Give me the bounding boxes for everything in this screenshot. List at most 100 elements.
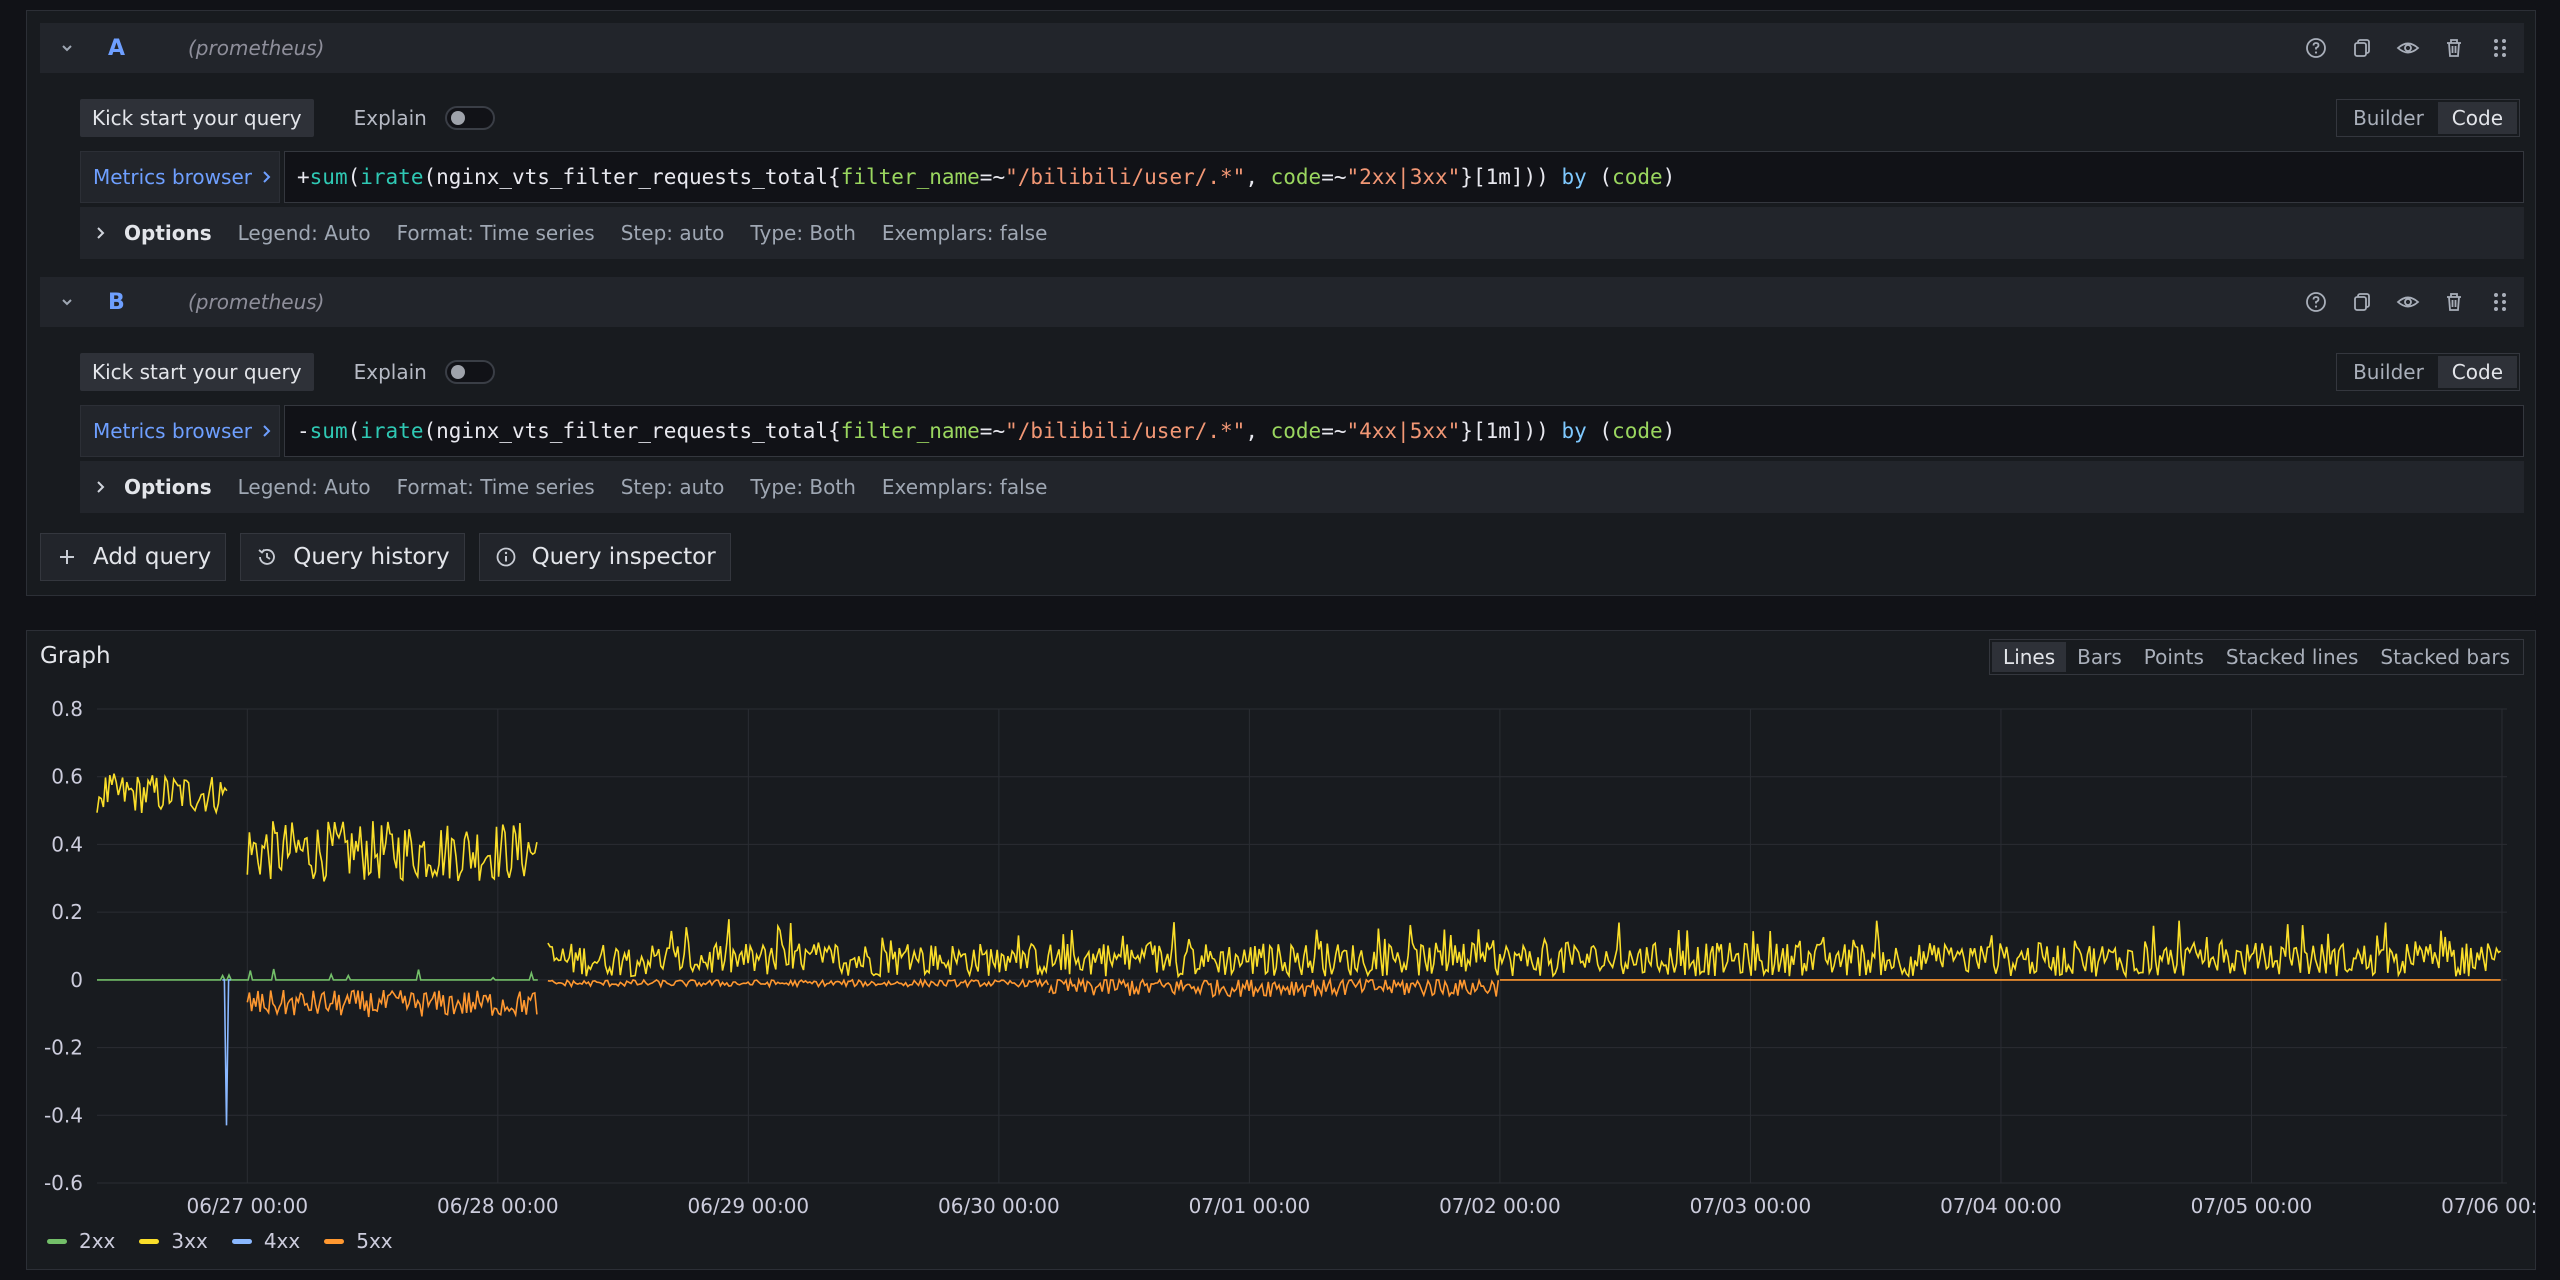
editor-mode-switch: Builder Code: [2336, 353, 2520, 391]
code-mode-button[interactable]: Code: [2437, 102, 2517, 134]
query-options[interactable]: Options Legend: Auto Format: Time series…: [80, 461, 2524, 513]
query-inspector-label: Query inspector: [531, 544, 716, 570]
legend-item-3xx[interactable]: 3xx: [139, 1229, 208, 1253]
options-label: Options: [124, 475, 212, 499]
y-tick-label: -0.4: [44, 1103, 83, 1127]
x-tick-label: 07/01 00:00: [1189, 1194, 1311, 1218]
series-line-5xx: [246, 976, 2501, 1018]
explain-label: Explain: [353, 106, 427, 130]
option-exemplars: Exemplars: false: [881, 475, 1048, 499]
query-row-a: A (prometheus) Kick start your query Exp…: [40, 23, 2524, 259]
chevron-right-icon: [262, 419, 272, 443]
query-history-button[interactable]: Query history: [240, 533, 465, 581]
series-line-2xx: [97, 968, 538, 981]
duplicate-icon[interactable]: [2350, 36, 2374, 60]
x-tick-label: 06/28 00:00: [437, 1194, 559, 1218]
kick-start-button[interactable]: Kick start your query: [80, 353, 314, 391]
add-query-label: Add query: [93, 544, 212, 570]
chevron-right-icon: [262, 165, 272, 189]
graph-mode-stacked-bars-button[interactable]: Stacked bars: [2369, 642, 2521, 672]
legend-item-4xx[interactable]: 4xx: [231, 1229, 301, 1253]
explain-toggle[interactable]: [444, 106, 495, 130]
y-tick-label: 0: [70, 968, 83, 992]
query-actions: Add query Query history Query inspector: [40, 533, 731, 581]
chevron-down-icon[interactable]: [56, 291, 78, 313]
graph-mode-points-button[interactable]: Points: [2133, 642, 2215, 672]
explain-toggle[interactable]: [444, 360, 495, 384]
history-icon: [255, 545, 279, 569]
chevron-down-icon[interactable]: [56, 37, 78, 59]
y-tick-label: 0.4: [51, 832, 83, 856]
builder-mode-button[interactable]: Builder: [2339, 102, 2438, 134]
chart-legend: 2xx 3xx 4xx 5xx: [47, 1229, 393, 1253]
options-label: Options: [124, 221, 212, 245]
y-tick-label: 0.8: [51, 697, 83, 721]
trash-icon[interactable]: [2442, 290, 2466, 314]
graph-title: Graph: [40, 643, 111, 669]
metrics-browser-label: Metrics browser: [93, 165, 252, 189]
query-code-input[interactable]: + sum(irate(nginx_vts_filter_requests_tot…: [284, 151, 2524, 203]
x-tick-label: 07/02 00:00: [1439, 1194, 1561, 1218]
x-tick-label: 06/29 00:00: [688, 1194, 810, 1218]
drag-handle-icon[interactable]: [2488, 290, 2512, 314]
option-format: Format: Time series: [396, 221, 595, 245]
info-icon: [494, 545, 518, 569]
chevron-right-icon: [96, 475, 116, 499]
metrics-browser-button[interactable]: Metrics browser: [80, 151, 280, 203]
graph-mode-lines-button[interactable]: Lines: [1992, 642, 2067, 672]
code-mode-button[interactable]: Code: [2437, 356, 2517, 388]
metrics-browser-button[interactable]: Metrics browser: [80, 405, 280, 457]
y-tick-label: -0.2: [44, 1036, 83, 1060]
legend-label: 4xx: [263, 1229, 301, 1253]
add-query-button[interactable]: Add query: [40, 533, 227, 581]
series-line-3xx: [96, 773, 2502, 979]
query-header[interactable]: A (prometheus): [40, 23, 2524, 73]
graph-mode-switch: Lines Bars Points Stacked lines Stacked bars: [1989, 639, 2524, 675]
x-tick-label: 07/04 00:00: [1940, 1194, 2062, 1218]
query-name[interactable]: B: [108, 290, 148, 315]
query-inspector-button[interactable]: Query inspector: [478, 533, 731, 581]
query-name[interactable]: A: [108, 36, 148, 61]
legend-swatch: [324, 1238, 345, 1244]
x-tick-label: 07/06 00:00: [2441, 1194, 2535, 1218]
y-tick-label: -0.6: [44, 1171, 83, 1195]
y-tick-label: 0.2: [51, 900, 83, 924]
explain-label: Explain: [353, 360, 427, 384]
y-tick-label: 0.6: [51, 765, 83, 789]
duplicate-icon[interactable]: [2350, 290, 2374, 314]
legend-swatch: [231, 1238, 252, 1244]
x-tick-label: 07/03 00:00: [1690, 1194, 1812, 1218]
query-editor-panel: A (prometheus) Kick start your query Exp…: [26, 10, 2536, 596]
legend-label: 3xx: [171, 1229, 208, 1253]
eye-icon[interactable]: [2396, 290, 2420, 314]
legend-item-2xx[interactable]: 2xx: [47, 1229, 115, 1253]
query-editor: Metrics browser - sum(irate(nginx_vts_fil…: [80, 405, 2524, 457]
kick-start-button[interactable]: Kick start your query: [80, 99, 314, 137]
help-icon[interactable]: [2304, 290, 2328, 314]
option-exemplars: Exemplars: false: [881, 221, 1048, 245]
legend-item-5xx[interactable]: 5xx: [324, 1229, 393, 1253]
eye-icon[interactable]: [2396, 36, 2420, 60]
option-type: Type: Both: [750, 475, 856, 499]
help-icon[interactable]: [2304, 36, 2328, 60]
metrics-browser-label: Metrics browser: [93, 419, 252, 443]
option-step: Step: auto: [620, 221, 725, 245]
trash-icon[interactable]: [2442, 36, 2466, 60]
query-editor: Metrics browser + sum(irate(nginx_vts_fil…: [80, 151, 2524, 203]
graph-mode-stacked-lines-button[interactable]: Stacked lines: [2215, 642, 2370, 672]
query-header[interactable]: B (prometheus): [40, 277, 2524, 327]
series-line-4xx: [222, 979, 231, 1126]
drag-handle-icon[interactable]: [2488, 36, 2512, 60]
query-history-label: Query history: [293, 544, 450, 570]
graph-panel: 0.8 0.6 0.4 0.2 0 -0.2 -0.4 -0.6 06/27 00:00 06/2…: [26, 630, 2536, 1270]
query-options[interactable]: Options Legend: Auto Format: Time series…: [80, 207, 2524, 259]
legend-label: 5xx: [356, 1229, 393, 1253]
legend-swatch: [139, 1238, 160, 1244]
query-toolbar: Kick start your query Explain: [80, 97, 495, 139]
editor-mode-switch: Builder Code: [2336, 99, 2520, 137]
graph-chart[interactable]: 0.8 0.6 0.4 0.2 0 -0.2 -0.4 -0.6 06/27 00:00 06/2…: [27, 631, 2535, 1269]
graph-mode-bars-button[interactable]: Bars: [2066, 642, 2133, 672]
query-code-input[interactable]: - sum(irate(nginx_vts_filter_requests_tot…: [284, 405, 2524, 457]
builder-mode-button[interactable]: Builder: [2339, 356, 2438, 388]
legend-label: 2xx: [79, 1229, 116, 1253]
